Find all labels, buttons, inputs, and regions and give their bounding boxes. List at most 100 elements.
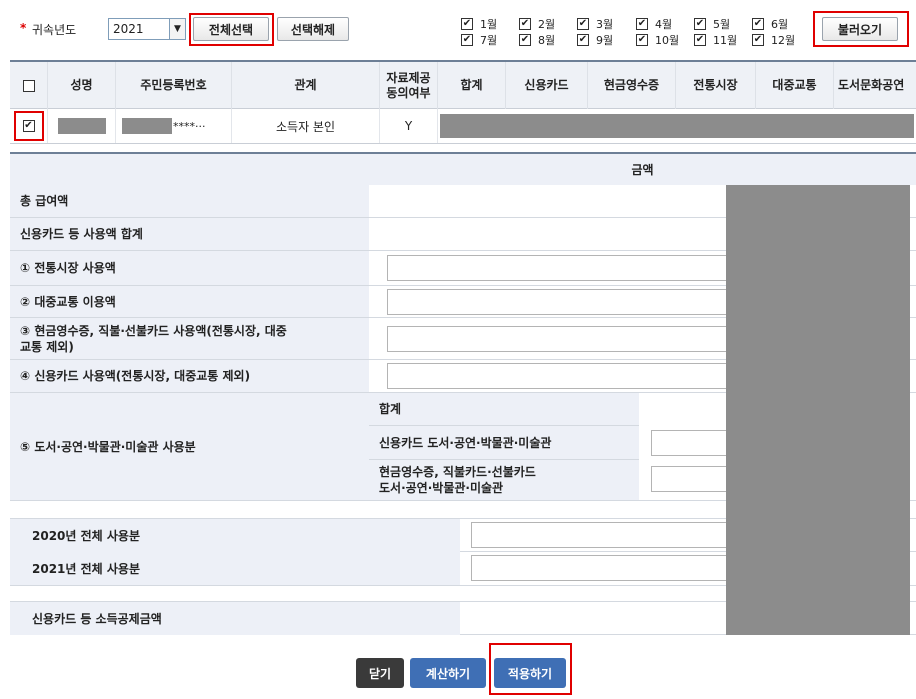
header-culture: 도서문화공연 bbox=[838, 78, 905, 92]
checkbox-checked-icon[interactable]: ✔ bbox=[577, 34, 589, 46]
month-checkbox-2[interactable]: ✔ 2월 bbox=[519, 17, 555, 31]
header-ssn: 주민등록번호 bbox=[116, 62, 232, 109]
sub-cash-label: 현금영수증, 직불카드·선불카드 도서·공연·박물관·미술관 bbox=[369, 460, 639, 500]
calculate-button[interactable]: 계산하기 bbox=[410, 658, 486, 688]
header-consent-line2: 동의여부 bbox=[386, 85, 431, 100]
checkbox-checked-icon[interactable]: ✔ bbox=[461, 18, 473, 30]
month-label: 9월 bbox=[596, 34, 614, 47]
header-cash: 현금영수증 bbox=[588, 62, 676, 109]
row-amounts-cell bbox=[438, 109, 916, 143]
month-checkbox-6[interactable]: ✔ 6월 bbox=[752, 17, 788, 31]
month-checkbox-1[interactable]: ✔ 1월 bbox=[461, 17, 497, 31]
checkbox-checked-icon[interactable]: ✔ bbox=[519, 18, 531, 30]
item3-label-line1: ③ 현금영수증, 직불·선불카드 사용액(전통시장, 대중 bbox=[20, 323, 287, 338]
sub-cash-input[interactable] bbox=[651, 466, 731, 492]
month-checkbox-10[interactable]: ✔ 10월 bbox=[636, 33, 679, 47]
amount-header: 금액 bbox=[369, 154, 916, 185]
select-all-button[interactable]: 전체선택 bbox=[193, 17, 269, 41]
chevron-down-icon[interactable]: ▼ bbox=[169, 19, 185, 39]
y2020-input[interactable] bbox=[471, 522, 729, 548]
header-consent: 자료제공 동의여부 bbox=[380, 62, 438, 109]
row-name-cell bbox=[48, 109, 116, 143]
header-select-cell[interactable] bbox=[10, 62, 48, 109]
header-relation: 관계 bbox=[232, 62, 380, 109]
item2-label: ② 대중교통 이용액 bbox=[10, 286, 369, 317]
checkbox-checked-icon[interactable]: ✔ bbox=[752, 34, 764, 46]
masked-ssn bbox=[122, 118, 172, 134]
item2-input[interactable] bbox=[387, 289, 727, 315]
month-label: 1월 bbox=[480, 18, 498, 31]
year-select-value: 2021 bbox=[113, 22, 144, 36]
month-label: 4월 bbox=[655, 18, 673, 31]
month-label: 2월 bbox=[538, 18, 556, 31]
month-label: 8월 bbox=[538, 34, 556, 47]
year-label: 귀속년도 bbox=[32, 23, 77, 37]
month-checkbox-5[interactable]: ✔ 5월 bbox=[694, 17, 730, 31]
item4-input[interactable] bbox=[387, 363, 727, 389]
year-select[interactable]: 2021 ▼ bbox=[108, 18, 186, 40]
close-button[interactable]: 닫기 bbox=[356, 658, 404, 688]
table-row: ✔ ****··· 소득자 본인 Y bbox=[10, 109, 916, 144]
item1-input[interactable] bbox=[387, 255, 727, 281]
item3-label-line2: 교통 제외) bbox=[20, 339, 74, 354]
sub-credit-label: 신용카드 도서·공연·박물관·미술관 bbox=[369, 426, 639, 460]
masked-amounts bbox=[440, 114, 914, 138]
month-checkbox-9[interactable]: ✔ 9월 bbox=[577, 33, 613, 47]
header-consent-line1: 자료제공 bbox=[386, 70, 431, 85]
month-label: 11월 bbox=[713, 34, 738, 47]
row-select-cell[interactable]: ✔ bbox=[10, 109, 48, 143]
checkbox-checked-icon[interactable]: ✔ bbox=[694, 18, 706, 30]
row-relation: 소득자 본인 bbox=[232, 109, 380, 143]
month-checkbox-12[interactable]: ✔ 12월 bbox=[752, 33, 795, 47]
apply-button[interactable]: 적용하기 bbox=[494, 658, 566, 688]
month-checkbox-11[interactable]: ✔ 11월 bbox=[694, 33, 737, 47]
checkbox-checked-icon[interactable]: ✔ bbox=[461, 34, 473, 46]
month-checkbox-7[interactable]: ✔ 7월 bbox=[461, 33, 497, 47]
header-name: 성명 bbox=[48, 62, 116, 109]
deduction-label: 신용카드 등 소득공제금액 bbox=[10, 602, 460, 635]
item4-label: ④ 신용카드 사용액(전통시장, 대중교통 제외) bbox=[10, 360, 369, 392]
required-star: * bbox=[20, 21, 27, 35]
item1-label: ① 전통시장 사용액 bbox=[10, 251, 369, 285]
month-label: 10월 bbox=[655, 34, 680, 47]
header-transit: 대중교통 bbox=[756, 62, 834, 109]
card-total-label: 신용카드 등 사용액 합계 bbox=[10, 218, 369, 250]
sub-total-label: 합계 bbox=[369, 393, 639, 426]
month-label: 6월 bbox=[771, 18, 789, 31]
deselect-all-button[interactable]: 선택해제 bbox=[277, 17, 349, 41]
header-credit: 신용카드 bbox=[506, 62, 588, 109]
month-checkbox-4[interactable]: ✔ 4월 bbox=[636, 17, 672, 31]
ssn-suffix: ****··· bbox=[173, 119, 206, 133]
load-button[interactable]: 불러오기 bbox=[822, 17, 898, 41]
month-label: 5월 bbox=[713, 18, 731, 31]
item3-input[interactable] bbox=[387, 326, 727, 352]
form-header-label-cell bbox=[10, 154, 369, 185]
y2021-input[interactable] bbox=[471, 555, 729, 581]
sub-cash-label-line1: 현금영수증, 직불카드·선불카드 bbox=[379, 465, 536, 479]
row-consent: Y bbox=[380, 109, 438, 143]
masked-amount-column bbox=[726, 185, 910, 635]
sub-credit-input[interactable] bbox=[651, 430, 731, 456]
checkbox-checked-icon[interactable]: ✔ bbox=[694, 34, 706, 46]
month-checkbox-3[interactable]: ✔ 3월 bbox=[577, 17, 613, 31]
header-market: 전통시장 bbox=[676, 62, 756, 109]
y2020-label: 2020년 전체 사용분 bbox=[10, 519, 460, 552]
sub-cash-label-line2: 도서·공연·박물관·미술관 bbox=[379, 481, 504, 495]
y2021-label: 2021년 전체 사용분 bbox=[10, 552, 460, 585]
item5-label: ⑤ 도서·공연·박물관·미술관 사용분 bbox=[10, 393, 369, 500]
checkbox-checked-icon[interactable]: ✔ bbox=[636, 34, 648, 46]
checkbox-checked-icon[interactable]: ✔ bbox=[577, 18, 589, 30]
table-header: 성명 주민등록번호 관계 자료제공 동의여부 합계 신용카드 현금영수증 전통시… bbox=[10, 60, 916, 109]
item3-label: ③ 현금영수증, 직불·선불카드 사용액(전통시장, 대중 교통 제외) bbox=[10, 318, 369, 359]
month-checkbox-8[interactable]: ✔ 8월 bbox=[519, 33, 555, 47]
header-total: 합계 bbox=[438, 62, 506, 109]
row-checkbox[interactable]: ✔ bbox=[22, 120, 35, 132]
row-ssn-cell: ****··· bbox=[116, 109, 232, 143]
select-all-checkbox[interactable] bbox=[22, 79, 35, 92]
month-label: 3월 bbox=[596, 18, 614, 31]
month-label: 7월 bbox=[480, 34, 498, 47]
checkbox-checked-icon[interactable]: ✔ bbox=[519, 34, 531, 46]
checkbox-checked-icon[interactable]: ✔ bbox=[636, 18, 648, 30]
total-salary-label: 총 급여액 bbox=[10, 185, 369, 217]
checkbox-checked-icon[interactable]: ✔ bbox=[752, 18, 764, 30]
